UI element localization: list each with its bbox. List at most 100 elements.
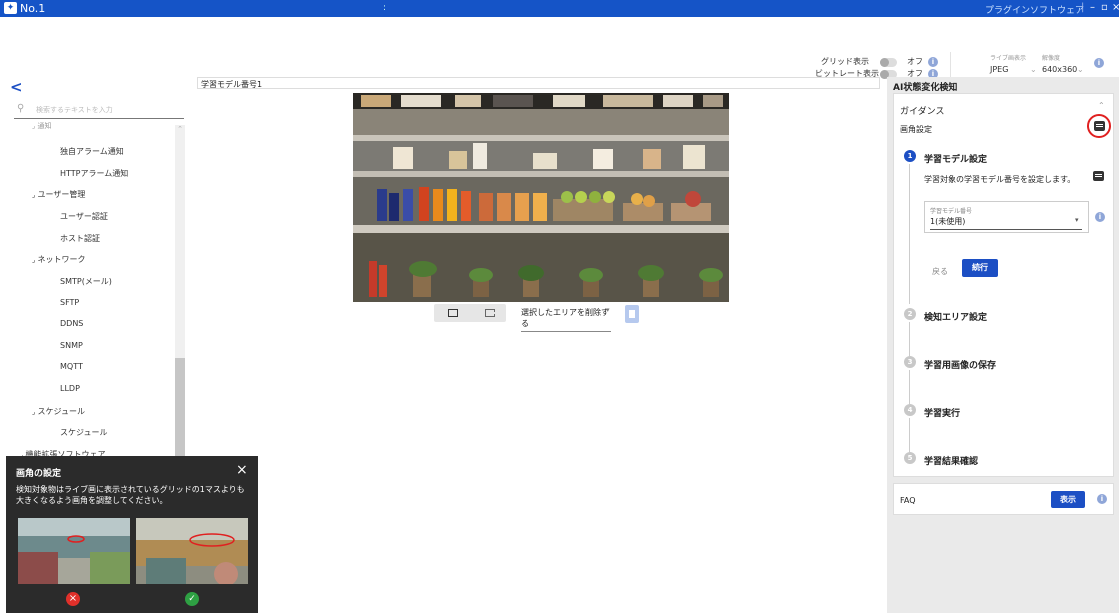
sidebar-scroll-thumb[interactable] xyxy=(175,358,185,462)
live-view-chevron-icon: ⌄ xyxy=(1030,65,1037,74)
step-connector xyxy=(909,418,910,452)
sidebar-item[interactable]: スケジュール xyxy=(60,427,107,438)
sidebar-item[interactable]: SNMP xyxy=(60,341,83,350)
search-field[interactable]: ⚲ 検索するテキストを入力 xyxy=(14,98,184,119)
sidebar-item-label: スケジュール xyxy=(60,428,108,437)
continue-button[interactable]: 続行 xyxy=(962,259,998,277)
sidebar-item[interactable]: ⌟ ネットワーク xyxy=(32,254,86,265)
grid-info-icon[interactable]: i xyxy=(928,57,938,67)
step-1-chat-icon[interactable] xyxy=(1093,171,1104,181)
step-1-icon: 1 xyxy=(904,150,916,162)
sidebar-item[interactable]: ⌟ スケジュール xyxy=(32,406,85,417)
sidebar-item[interactable]: HTTPアラーム通知 xyxy=(60,168,128,179)
back-arrow-icon[interactable]: < xyxy=(10,78,23,96)
draw-tool-group xyxy=(434,304,506,322)
plugin-software-link[interactable]: プラグインソフトウェア xyxy=(985,3,1084,16)
live-camera-image[interactable] xyxy=(353,93,729,302)
scroll-up-arrow-icon[interactable]: ⌃ xyxy=(175,125,185,135)
popup-body: 検知対象物はライブ画に表示されているグリッドの1マスよりも大きくなるよう画角を調… xyxy=(16,485,245,505)
guidance-card: ガイダンス ⌃ 画角設定 1 学習モデル設定 学習対象の学習モデル番号を設定しま… xyxy=(893,93,1114,477)
delete-area-chevron-icon: ▾ xyxy=(606,306,610,314)
guidance-panel: AI状態変化検知 ガイダンス ⌃ 画角設定 1 学習モデル設定 学習対象の学習モ… xyxy=(887,77,1119,613)
step-connector xyxy=(909,164,910,304)
close-window-button[interactable]: × xyxy=(1112,2,1119,13)
good-example-image xyxy=(136,518,248,584)
step-2-label[interactable]: 検知エリア設定 xyxy=(924,310,987,323)
title-bar: ✦ No.1 : プラグインソフトウェア | – ▫ × xyxy=(0,0,1119,17)
delete-area-select[interactable]: 選択したエリアを削除する xyxy=(521,307,611,332)
sidebar-item-label: SFTP xyxy=(60,298,80,307)
step-3-label[interactable]: 学習用画像の保存 xyxy=(924,358,996,371)
grid-value: オフ xyxy=(907,57,923,66)
window-title: No.1 xyxy=(20,2,46,15)
maximize-button[interactable]: ▫ xyxy=(1101,2,1108,13)
step-4-label[interactable]: 学習実行 xyxy=(924,406,960,419)
sidebar-item[interactable]: LLDP xyxy=(60,384,80,393)
trash-icon xyxy=(629,310,635,318)
toolbar: グリッド表示 オフ i ビットレート表示 オフ i ライブ画表示 JPEG ⌄ … xyxy=(0,17,1119,82)
resolution-label: 解像度 xyxy=(1042,55,1061,62)
sidebar-item[interactable]: 独自アラーム通知 xyxy=(60,146,124,157)
model-header-bar: 学習モデル番号1 xyxy=(197,77,880,89)
live-view-info-icon[interactable]: i xyxy=(1094,58,1104,68)
sidebar-item-label: ネットワーク xyxy=(37,255,86,264)
title-divider: | xyxy=(1081,2,1085,13)
rectangle-draw-icon[interactable] xyxy=(448,309,458,317)
collapse-chevron-icon[interactable]: ⌃ xyxy=(1098,101,1105,110)
grid-display-label: グリッド表示 xyxy=(821,57,869,66)
sidebar-item-label: スケジュール xyxy=(37,407,85,416)
step-connector xyxy=(909,370,910,404)
sidebar-item[interactable]: ホスト認証 xyxy=(60,233,100,244)
sidebar-item-label: LLDP xyxy=(60,384,80,393)
sidebar-item-label: ユーザー認証 xyxy=(60,212,108,221)
resolution-chevron-icon: ⌄ xyxy=(1077,65,1084,74)
step-5-icon: 5 xyxy=(904,452,916,464)
app-logo-icon: ✦ xyxy=(4,2,17,14)
title-separator: : xyxy=(383,3,387,13)
minimize-button[interactable]: – xyxy=(1090,2,1095,13)
sidebar-item[interactable]: SMTP(メール) xyxy=(60,276,112,287)
step-1-description: 学習対象の学習モデル番号を設定します。 xyxy=(924,175,1076,184)
live-view-label: ライブ画表示 xyxy=(990,55,1027,62)
step-2-icon: 2 xyxy=(904,308,916,320)
sidebar-item[interactable]: DDNS xyxy=(60,319,83,328)
panel-title: AI状態変化検知 xyxy=(893,83,958,93)
sidebar-item-label: SNMP xyxy=(60,341,83,350)
angle-guide-chat-icon[interactable] xyxy=(1094,121,1105,131)
popup-title: 画角の設定 xyxy=(16,469,62,479)
bad-example-image xyxy=(18,518,130,584)
sidebar-item[interactable]: ユーザー認証 xyxy=(60,211,108,222)
step-connector xyxy=(909,322,910,356)
sidebar-item-label: SMTP(メール) xyxy=(60,277,112,286)
sidebar-item-label: DDNS xyxy=(60,319,84,328)
delete-area-label: 選択したエリアを削除する xyxy=(521,308,609,328)
sidebar-item-label: 独自アラーム通知 xyxy=(60,147,124,156)
live-view-select[interactable]: JPEG xyxy=(990,65,1008,75)
back-button[interactable]: 戻る xyxy=(932,266,948,277)
faq-info-icon[interactable]: i xyxy=(1097,494,1107,504)
sidebar-item[interactable]: SFTP xyxy=(60,298,79,307)
popup-close-icon[interactable]: × xyxy=(236,462,248,478)
model-number-info-icon[interactable]: i xyxy=(1095,212,1105,222)
model-header-title: 学習モデル番号1 xyxy=(201,80,263,89)
good-example-check-icon: ✓ xyxy=(185,592,199,606)
sidebar-item[interactable]: MQTT xyxy=(60,362,83,371)
delete-button[interactable] xyxy=(625,305,639,323)
search-icon: ⚲ xyxy=(17,103,25,114)
polygon-draw-icon[interactable] xyxy=(485,309,495,317)
faq-label: FAQ xyxy=(900,496,916,505)
bad-example-x-icon: × xyxy=(66,592,80,606)
model-number-value: 1(未使用) xyxy=(930,216,1082,230)
grid-toggle[interactable] xyxy=(880,58,897,67)
step-5-label[interactable]: 学習結果確認 xyxy=(924,454,978,467)
angle-setting-label: 画角設定 xyxy=(900,125,932,134)
search-input[interactable]: 検索するテキストを入力 xyxy=(36,105,113,115)
model-number-select[interactable]: 学習モデル番号 1(未使用) ▾ xyxy=(924,201,1089,233)
sidebar-item[interactable]: ⌟ 通知 xyxy=(32,121,52,131)
faq-show-button[interactable]: 表示 xyxy=(1051,491,1085,508)
resolution-select[interactable]: 640x360 xyxy=(1042,65,1077,75)
sidebar-item-label: 通知 xyxy=(37,122,52,130)
sidebar-item[interactable]: ⌟ ユーザー管理 xyxy=(32,189,85,200)
model-number-label: 学習モデル番号 xyxy=(930,208,973,215)
step-1-label[interactable]: 学習モデル設定 xyxy=(924,152,987,165)
